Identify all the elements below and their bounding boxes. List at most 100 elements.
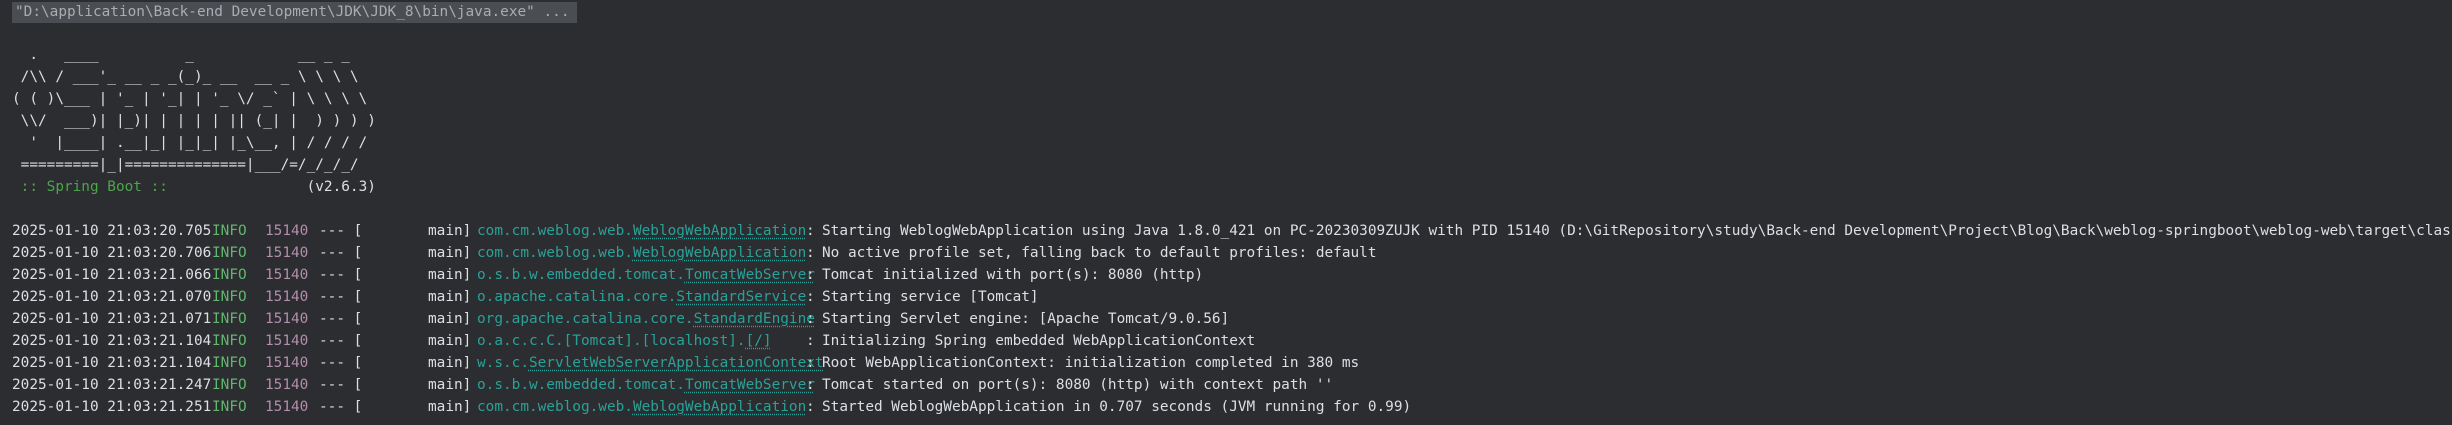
logger-package: o.s.b.w.embedded.tomcat.: [477, 377, 685, 393]
banner-line: =========|_|==============|___/=/_/_/_/: [12, 157, 359, 173]
log-timestamp: 2025-01-10 21:03:21.066: [12, 267, 212, 283]
log-line: 2025-01-10 21:03:21.066 INFO 15140 --- […: [12, 264, 1203, 286]
spring-boot-banner: . ____ _ __ _ _ /\\ / ___'_ __ _ _(_)_ _…: [12, 44, 376, 176]
log-line: 2025-01-10 21:03:20.705 INFO 15140 --- […: [12, 220, 2452, 242]
log-level: INFO: [212, 399, 247, 415]
log-thread: main]: [428, 377, 472, 393]
command-line[interactable]: "D:\application\Back-end Development\JDK…: [12, 2, 577, 23]
log-message: Root WebApplicationContext: initializati…: [822, 355, 1360, 371]
log-logger: org.apache.catalina.core.StandardEngine: [477, 308, 815, 330]
log-timestamp: 2025-01-10 21:03:21.070: [12, 289, 212, 305]
logger-package: o.s.b.w.embedded.tomcat.: [477, 267, 685, 283]
log-pid: 15140: [265, 245, 309, 261]
spring-boot-label: :: Spring Boot ::: [12, 179, 177, 195]
log-pid: 15140: [265, 311, 309, 327]
logger-package: w.s.c.: [477, 355, 529, 371]
banner-line: . ____ _ __ _ _: [12, 47, 350, 63]
logger-class-link[interactable]: TomcatWebServer: [685, 267, 815, 283]
log-level: INFO: [212, 377, 247, 393]
logger-class-link[interactable]: WeblogWebApplication: [633, 399, 806, 415]
logger-class-link[interactable]: ServletWebServerApplicationContext: [529, 355, 824, 371]
logger-class-link[interactable]: WeblogWebApplication: [633, 245, 806, 261]
log-line: 2025-01-10 21:03:21.251 INFO 15140 --- […: [12, 396, 1411, 418]
log-pid: 15140: [265, 355, 309, 371]
logger-package: com.cm.weblog.web.: [477, 399, 633, 415]
log-pid: 15140: [265, 333, 309, 349]
log-pid: 15140: [265, 289, 309, 305]
log-timestamp: 2025-01-10 21:03:20.706: [12, 245, 212, 261]
log-thread: main]: [428, 223, 472, 239]
log-thread: main]: [428, 267, 472, 283]
log-line: 2025-01-10 21:03:21.104 INFO 15140 --- […: [12, 330, 1255, 352]
logger-class-link[interactable]: TomcatWebServer: [685, 377, 815, 393]
log-message: Starting WeblogWebApplication using Java…: [822, 223, 2452, 239]
spring-boot-version: (v2.6.3): [306, 179, 376, 195]
logger-package: o.a.c.c.C.[Tomcat].[localhost].: [477, 333, 746, 349]
log-colon: :: [806, 355, 815, 371]
logger-package: com.cm.weblog.web.: [477, 245, 633, 261]
console-output[interactable]: "D:\application\Back-end Development\JDK…: [0, 0, 2452, 425]
log-colon: :: [806, 399, 815, 415]
logger-package: org.apache.catalina.core.: [477, 311, 694, 327]
log-level: INFO: [212, 289, 247, 305]
log-separator: --- [: [319, 223, 363, 239]
logger-class-link[interactable]: StandardEngine: [694, 311, 815, 327]
log-level: INFO: [212, 223, 247, 239]
logger-class-link[interactable]: StandardService: [676, 289, 806, 305]
log-colon: :: [806, 245, 815, 261]
log-colon: :: [806, 267, 815, 283]
banner-line: /\\ / ___'_ __ _ _(_)_ __ __ _ \ \ \ \: [12, 69, 359, 85]
log-line: 2025-01-10 21:03:21.071 INFO 15140 --- […: [12, 308, 1229, 330]
log-colon: :: [806, 223, 815, 239]
log-timestamp: 2025-01-10 21:03:21.071: [12, 311, 212, 327]
log-logger: com.cm.weblog.web.WeblogWebApplication: [477, 220, 806, 242]
log-colon: :: [806, 311, 815, 327]
log-pid: 15140: [265, 399, 309, 415]
log-separator: --- [: [319, 289, 363, 305]
log-separator: --- [: [319, 311, 363, 327]
log-message: No active profile set, falling back to d…: [822, 245, 1377, 261]
banner-line: \\/ ___)| |_)| | | | | || (_| | ) ) ) ): [12, 113, 376, 129]
log-pid: 15140: [265, 223, 309, 239]
log-level: INFO: [212, 245, 247, 261]
logger-class-link[interactable]: WeblogWebApplication: [633, 223, 806, 239]
log-logger: w.s.c.ServletWebServerApplicationContext: [477, 352, 824, 374]
log-timestamp: 2025-01-10 21:03:21.104: [12, 333, 212, 349]
log-separator: --- [: [319, 355, 363, 371]
log-level: INFO: [212, 355, 247, 371]
log-message: Starting Servlet engine: [Apache Tomcat/…: [822, 311, 1230, 327]
spring-boot-version-line: :: Spring Boot :: (v2.6.3): [12, 176, 376, 198]
logger-class-link[interactable]: [/]: [746, 333, 772, 349]
log-line: 2025-01-10 21:03:21.104 INFO 15140 --- […: [12, 352, 1359, 374]
log-timestamp: 2025-01-10 21:03:21.247: [12, 377, 212, 393]
logger-package: o.apache.catalina.core.: [477, 289, 677, 305]
log-thread: main]: [428, 245, 472, 261]
log-level: INFO: [212, 311, 247, 327]
log-colon: :: [806, 289, 815, 305]
log-pid: 15140: [265, 377, 309, 393]
log-line: 2025-01-10 21:03:21.247 INFO 15140 --- […: [12, 374, 1333, 396]
log-message: Tomcat initialized with port(s): 8080 (h…: [822, 267, 1204, 283]
log-message: Initializing Spring embedded WebApplicat…: [822, 333, 1256, 349]
spring-boot-version-gap: [177, 179, 307, 195]
log-message: Tomcat started on port(s): 8080 (http) w…: [822, 377, 1334, 393]
log-separator: --- [: [319, 245, 363, 261]
log-thread: main]: [428, 311, 472, 327]
banner-line: ' |____| .__|_| |_|_| |_\__, | / / / /: [12, 135, 368, 151]
log-separator: --- [: [319, 377, 363, 393]
log-thread: main]: [428, 399, 472, 415]
log-level: INFO: [212, 333, 247, 349]
log-line: 2025-01-10 21:03:21.070 INFO 15140 --- […: [12, 286, 1039, 308]
log-thread: main]: [428, 333, 472, 349]
log-line: 2025-01-10 21:03:20.706 INFO 15140 --- […: [12, 242, 1377, 264]
logger-package: com.cm.weblog.web.: [477, 223, 633, 239]
log-colon: :: [806, 377, 815, 393]
log-logger: o.a.c.c.C.[Tomcat].[localhost].[/]: [477, 330, 772, 352]
log-logger: o.s.b.w.embedded.tomcat.TomcatWebServer: [477, 264, 815, 286]
log-message: Starting service [Tomcat]: [822, 289, 1039, 305]
log-colon: :: [806, 333, 815, 349]
log-logger: o.s.b.w.embedded.tomcat.TomcatWebServer: [477, 374, 815, 396]
log-logger: com.cm.weblog.web.WeblogWebApplication: [477, 242, 806, 264]
log-thread: main]: [428, 289, 472, 305]
log-logger: com.cm.weblog.web.WeblogWebApplication: [477, 396, 806, 418]
